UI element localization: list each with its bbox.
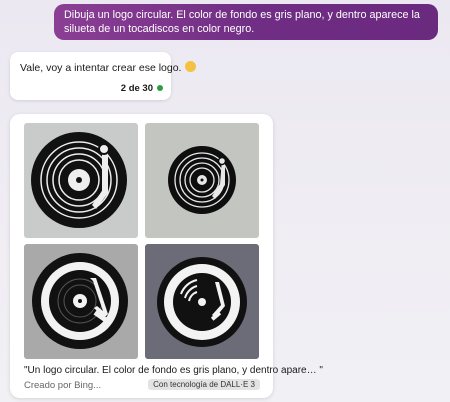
smiling-face-icon xyxy=(185,61,197,72)
turntable-logo-icon xyxy=(24,244,138,359)
message-counter: 2 de 30 xyxy=(121,83,163,94)
dalle-badge: Con tecnología de DALL·E 3 xyxy=(148,379,260,390)
status-dot-icon xyxy=(157,85,163,91)
bot-message: Vale, voy a intentar crear ese logo. xyxy=(20,61,197,74)
generated-image-1[interactable] xyxy=(24,123,138,238)
user-message-text: Dibuja un logo circular. El color de fon… xyxy=(64,9,420,35)
turntable-logo-icon xyxy=(145,244,259,359)
bot-message-text: Vale, voy a intentar crear ese logo. xyxy=(20,62,182,74)
image-caption: "Un logo circular. El color de fondo es … xyxy=(24,365,323,376)
generated-image-4[interactable] xyxy=(145,244,259,359)
bot-message-bubble: Vale, voy a intentar crear ese logo. 2 d… xyxy=(10,52,197,100)
turntable-logo-icon xyxy=(145,123,259,238)
turntable-logo-icon xyxy=(24,123,138,238)
generated-image-3[interactable] xyxy=(24,244,138,359)
message-counter-text: 2 de 30 xyxy=(120,83,153,94)
creator-link[interactable]: Creado por Bing... xyxy=(24,380,101,391)
user-message-bubble: Dibuja un logo circular. El color de fon… xyxy=(54,4,438,40)
image-gallery: "Un logo circular. El color de fondo es … xyxy=(10,114,323,398)
generated-image-2[interactable] xyxy=(145,123,259,238)
